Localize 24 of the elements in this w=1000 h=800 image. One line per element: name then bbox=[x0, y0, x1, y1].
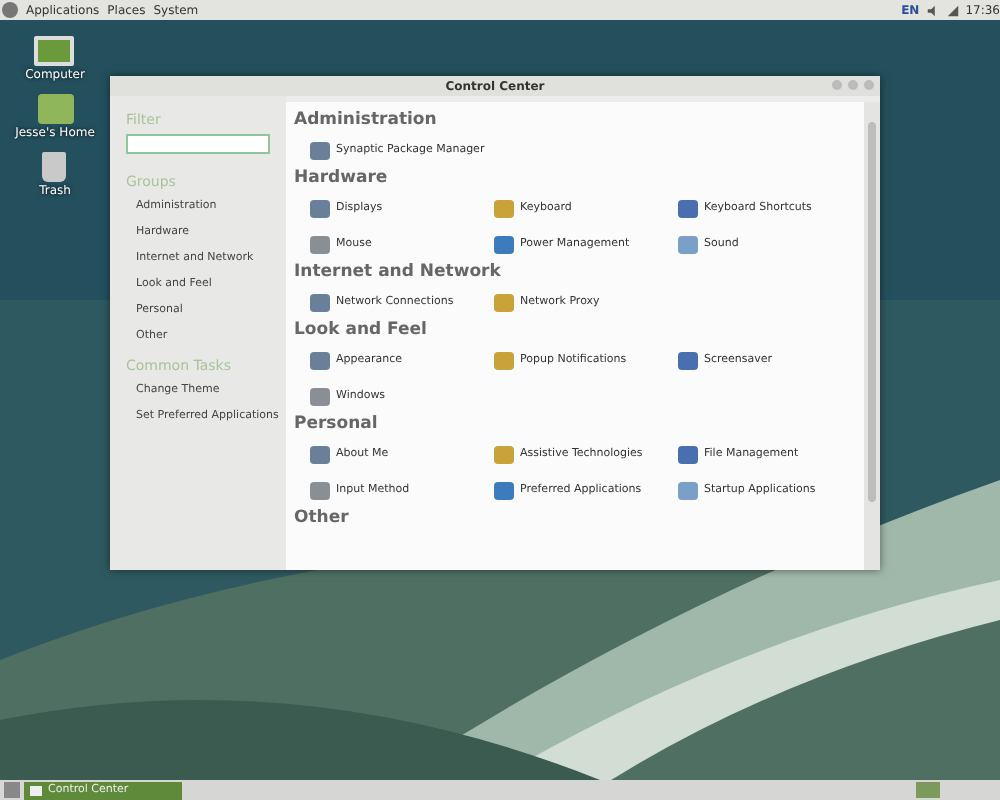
minimize-button[interactable] bbox=[832, 80, 842, 90]
category-heading: Personal bbox=[294, 414, 380, 434]
filter-field[interactable] bbox=[126, 134, 270, 154]
applet-icon bbox=[310, 293, 330, 311]
workspace-switcher[interactable] bbox=[916, 782, 940, 798]
applet-icon bbox=[678, 351, 698, 369]
category-heading: Look and Feel bbox=[294, 320, 429, 340]
monitor-icon[interactable] bbox=[34, 36, 75, 66]
network-icon[interactable] bbox=[945, 3, 960, 17]
scrollbar-thumb[interactable] bbox=[868, 122, 876, 502]
maximize-button[interactable] bbox=[848, 80, 858, 90]
applet-icon bbox=[494, 293, 514, 311]
logo-icon[interactable] bbox=[2, 2, 18, 18]
close-button[interactable] bbox=[864, 80, 874, 90]
show-desktop-icon[interactable] bbox=[4, 782, 20, 798]
window-icon bbox=[30, 785, 42, 795]
category-heading: Other bbox=[294, 508, 351, 528]
scrollbar[interactable] bbox=[864, 102, 880, 570]
speaker-icon[interactable] bbox=[925, 3, 940, 17]
category-heading: Hardware bbox=[294, 168, 390, 188]
category-heading: Administration bbox=[294, 110, 439, 130]
applet-icon bbox=[494, 351, 514, 369]
applet-icon bbox=[310, 141, 330, 159]
category-heading: Internet and Network bbox=[294, 262, 503, 282]
